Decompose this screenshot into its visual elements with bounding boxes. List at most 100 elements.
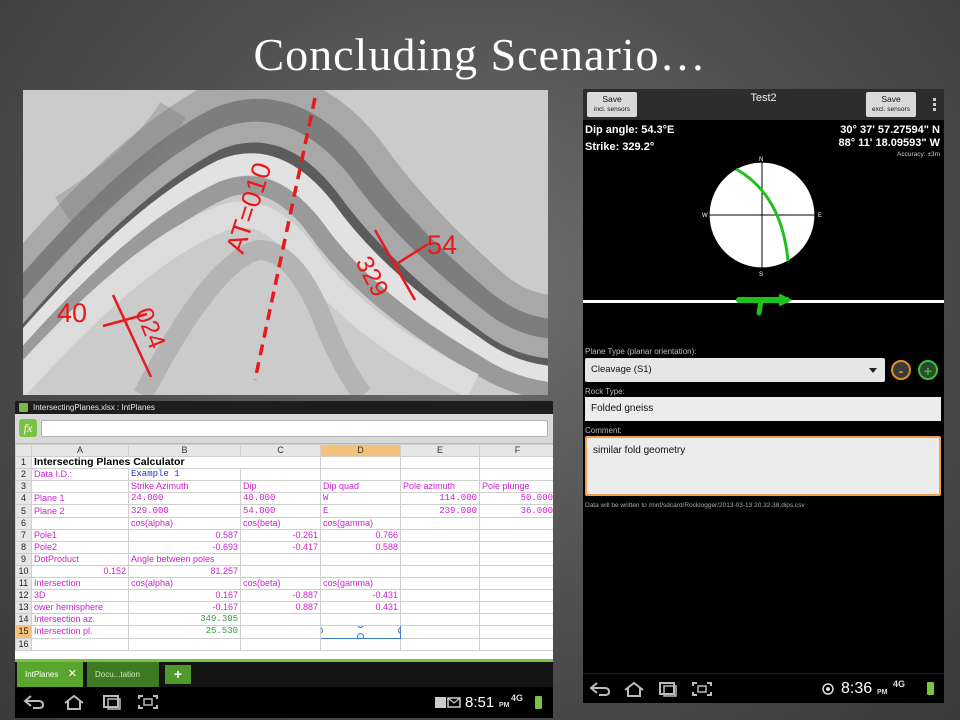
cell[interactable]	[479, 552, 553, 566]
cell[interactable]: Dip	[240, 480, 321, 494]
row-header[interactable]: 9	[15, 552, 32, 566]
cell[interactable]	[400, 468, 480, 482]
cell[interactable]: Data I.D.:	[31, 468, 129, 482]
cell[interactable]: -0.261	[240, 528, 321, 542]
cell[interactable]	[400, 564, 480, 579]
row-header[interactable]: 16	[15, 637, 32, 651]
column-header-b[interactable]: B	[128, 443, 241, 458]
cell[interactable]	[240, 637, 321, 651]
cell[interactable]	[400, 625, 480, 639]
cell[interactable]: 0.766	[320, 528, 401, 542]
cell[interactable]	[320, 613, 401, 627]
selected-cell-d15[interactable]	[320, 625, 401, 639]
cell[interactable]	[479, 564, 553, 579]
cell[interactable]: 81.257	[128, 564, 241, 579]
row-header[interactable]: 5	[15, 504, 32, 518]
cell[interactable]: Pole1	[31, 528, 129, 542]
cell[interactable]	[479, 540, 553, 554]
cell[interactable]: Pole2	[31, 540, 129, 554]
cell[interactable]	[320, 564, 401, 579]
cell[interactable]: 50.000	[479, 492, 553, 506]
row-header[interactable]: 14	[15, 613, 32, 627]
cell[interactable]: 114.000	[400, 492, 480, 506]
cell[interactable]: W	[320, 492, 401, 506]
cell[interactable]: cos(alpha)	[128, 577, 241, 591]
row-header[interactable]: 11	[15, 577, 32, 591]
cell[interactable]: -0.693	[128, 540, 241, 554]
cell[interactable]	[479, 468, 553, 482]
cell[interactable]: Dip quad	[320, 480, 401, 494]
cell[interactable]: Pole plunge	[479, 480, 553, 494]
cell[interactable]	[320, 637, 401, 651]
selection-handle[interactable]	[357, 626, 364, 629]
overflow-menu-icon[interactable]	[933, 98, 936, 113]
cell[interactable]: Plane 1	[31, 492, 129, 506]
cell[interactable]: 36.000	[479, 504, 553, 518]
back-icon[interactable]	[589, 681, 611, 697]
cell[interactable]: Pole azimuth	[400, 480, 480, 494]
cell[interactable]: 349.305	[128, 613, 241, 627]
recent-apps-icon[interactable]	[101, 694, 123, 710]
cell[interactable]	[400, 516, 480, 530]
increment-button[interactable]: +	[918, 360, 938, 380]
column-header-a[interactable]: A	[31, 443, 129, 458]
cell[interactable]	[400, 601, 480, 615]
cell[interactable]: cos(beta)	[240, 577, 321, 591]
cell[interactable]	[400, 577, 480, 591]
cell[interactable]: 0.167	[128, 589, 241, 603]
cell[interactable]	[31, 637, 129, 651]
home-icon[interactable]	[623, 681, 645, 697]
back-icon[interactable]	[23, 694, 45, 710]
cell[interactable]: -0.431	[320, 589, 401, 603]
row-header[interactable]: 2	[15, 468, 32, 482]
row-header[interactable]: 6	[15, 516, 32, 530]
cell[interactable]: 40.000	[240, 492, 321, 506]
cell[interactable]	[479, 577, 553, 591]
formula-input[interactable]	[41, 420, 548, 437]
screenshot-icon[interactable]	[691, 681, 713, 697]
cell[interactable]: ower hemisphere	[31, 601, 129, 615]
row-header[interactable]: 3	[15, 480, 32, 494]
cell[interactable]: -0.887	[240, 589, 321, 603]
column-header-d[interactable]: D	[320, 443, 401, 458]
row-header[interactable]: 10	[15, 564, 32, 579]
cell[interactable]	[240, 564, 321, 579]
cell[interactable]: Example 1	[128, 468, 241, 482]
cell[interactable]	[31, 516, 129, 530]
cell[interactable]: Plane 2	[31, 504, 129, 518]
cell[interactable]	[400, 540, 480, 554]
cell[interactable]	[320, 552, 401, 566]
column-header-e[interactable]: E	[400, 443, 480, 458]
cell[interactable]: -0.167	[128, 601, 241, 615]
cell[interactable]	[400, 589, 480, 603]
cell[interactable]	[479, 528, 553, 542]
recent-apps-icon[interactable]	[657, 681, 679, 697]
row-header[interactable]: 15	[15, 625, 32, 639]
cell[interactable]: Intersection	[31, 577, 129, 591]
cell[interactable]: 0.152	[31, 564, 129, 579]
cell[interactable]	[479, 589, 553, 603]
cell[interactable]: -0.417	[240, 540, 321, 554]
row-header[interactable]: 13	[15, 601, 32, 615]
cell[interactable]	[31, 480, 129, 494]
cell[interactable]	[479, 516, 553, 530]
corner-cell[interactable]	[15, 443, 32, 458]
plane-type-select[interactable]: Cleavage (S1)	[585, 358, 885, 382]
cell[interactable]	[479, 637, 553, 651]
cell[interactable]: Angle between poles	[128, 552, 241, 566]
sheet-title-cell[interactable]: Intersecting Planes Calculator	[31, 456, 321, 470]
cell[interactable]	[240, 468, 321, 482]
cell[interactable]: Intersection az.	[31, 613, 129, 627]
cell[interactable]: Strike Azimuth	[128, 480, 241, 494]
cell[interactable]: 0.587	[128, 528, 241, 542]
cell[interactable]: 54.000	[240, 504, 321, 518]
cell[interactable]	[400, 552, 480, 566]
cell[interactable]: E	[320, 504, 401, 518]
cell[interactable]	[400, 637, 480, 651]
comment-input[interactable]: similar fold geometry	[585, 436, 941, 496]
cell[interactable]	[400, 528, 480, 542]
selection-handle[interactable]	[398, 627, 400, 635]
screenshot-icon[interactable]	[137, 694, 159, 710]
tab-intplanes[interactable]: IntPlanes ✕	[17, 662, 83, 687]
cell[interactable]	[400, 456, 480, 470]
